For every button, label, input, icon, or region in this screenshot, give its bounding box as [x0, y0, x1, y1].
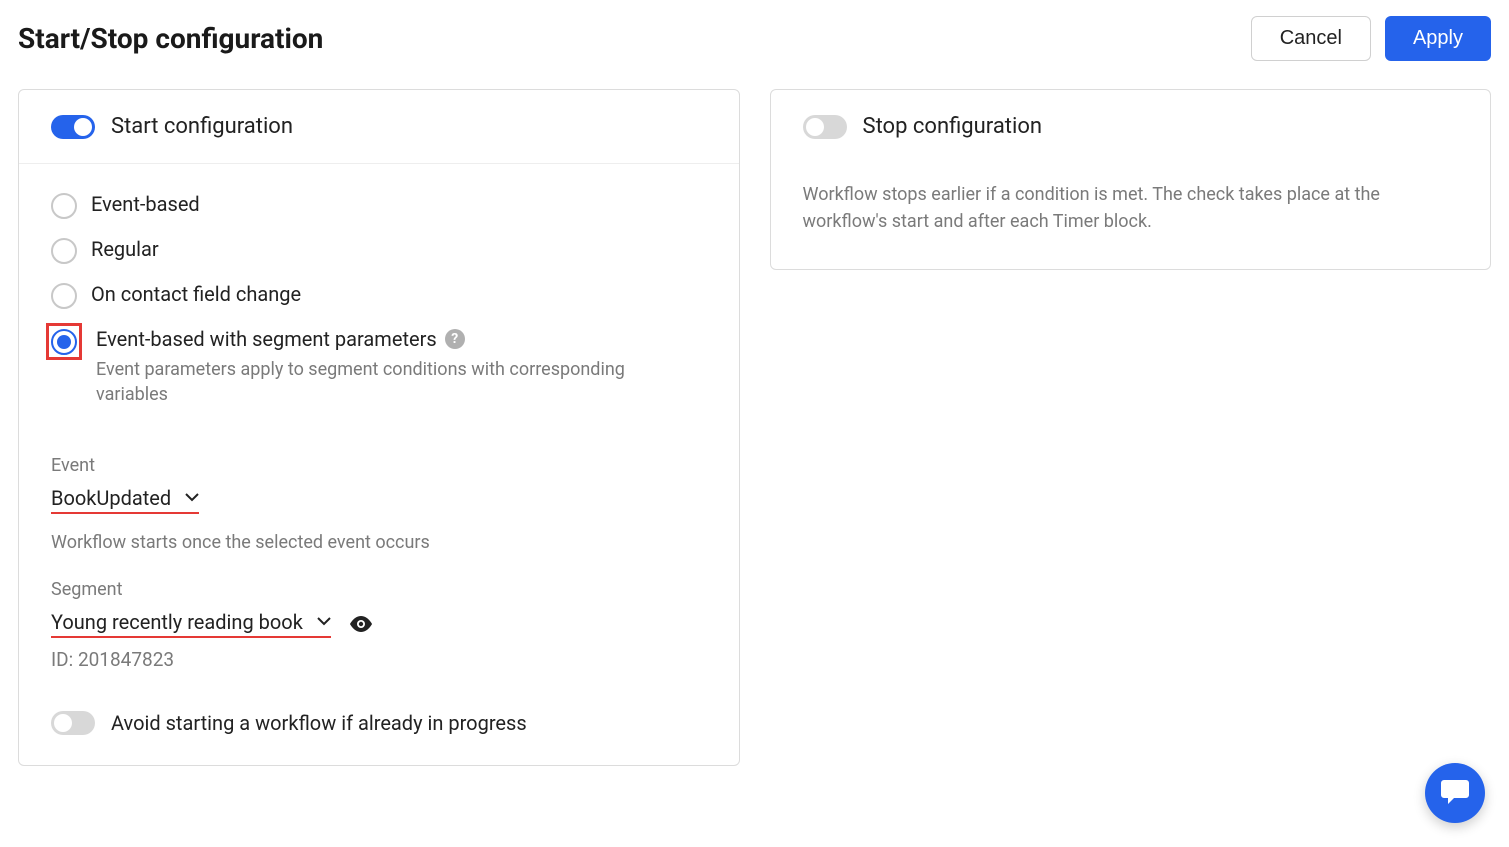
event-hint: Workflow starts once the selected event …: [51, 532, 707, 553]
avoid-toggle[interactable]: [51, 711, 95, 735]
start-config-title: Start configuration: [111, 114, 293, 139]
radio-on-contact-change[interactable]: [51, 283, 77, 309]
cancel-button[interactable]: Cancel: [1251, 16, 1371, 61]
stop-config-toggle[interactable]: [803, 115, 847, 139]
help-icon[interactable]: ?: [445, 329, 465, 349]
chat-icon: [1440, 777, 1470, 809]
radio-event-segment-label: Event-based with segment parameters ?: [96, 327, 656, 351]
apply-button[interactable]: Apply: [1385, 16, 1491, 61]
segment-field: Segment Young recently reading book: [51, 579, 707, 671]
avoid-label: Avoid starting a workflow if already in …: [111, 711, 527, 735]
radio-highlight-box: [46, 323, 82, 360]
chat-fab[interactable]: [1425, 763, 1485, 823]
segment-select[interactable]: Young recently reading book: [51, 610, 331, 638]
radio-event-segment[interactable]: [51, 329, 77, 355]
radio-on-contact-change-label: On contact field change: [91, 282, 301, 306]
stop-config-panel: Stop configuration Workflow stops earlie…: [770, 89, 1492, 270]
page-title: Start/Stop configuration: [18, 22, 323, 55]
stop-config-title: Stop configuration: [863, 114, 1043, 139]
start-config-toggle[interactable]: [51, 115, 95, 139]
radio-event-segment-desc: Event parameters apply to segment condit…: [96, 357, 656, 407]
event-label: Event: [51, 455, 707, 476]
event-select-value: BookUpdated: [51, 486, 171, 510]
radio-event-segment-label-text: Event-based with segment parameters: [96, 327, 437, 351]
event-field: Event BookUpdated Workflow starts once t…: [51, 455, 707, 553]
eye-icon[interactable]: [349, 616, 373, 632]
chevron-down-icon: [185, 490, 199, 506]
segment-id: ID: 201847823: [51, 648, 707, 671]
start-config-panel: Start configuration Event-based Regular …: [18, 89, 740, 766]
event-select[interactable]: BookUpdated: [51, 486, 199, 514]
chevron-down-icon: [317, 614, 331, 630]
radio-regular[interactable]: [51, 238, 77, 264]
header-buttons: Cancel Apply: [1251, 16, 1491, 61]
segment-label: Segment: [51, 579, 707, 600]
stop-config-desc: Workflow stops earlier if a condition is…: [771, 163, 1491, 269]
radio-event-based-label: Event-based: [91, 192, 200, 216]
segment-select-value: Young recently reading book: [51, 610, 303, 634]
radio-regular-label: Regular: [91, 237, 159, 261]
radio-event-based[interactable]: [51, 193, 77, 219]
start-radio-group: Event-based Regular On contact field cha…: [51, 192, 707, 407]
